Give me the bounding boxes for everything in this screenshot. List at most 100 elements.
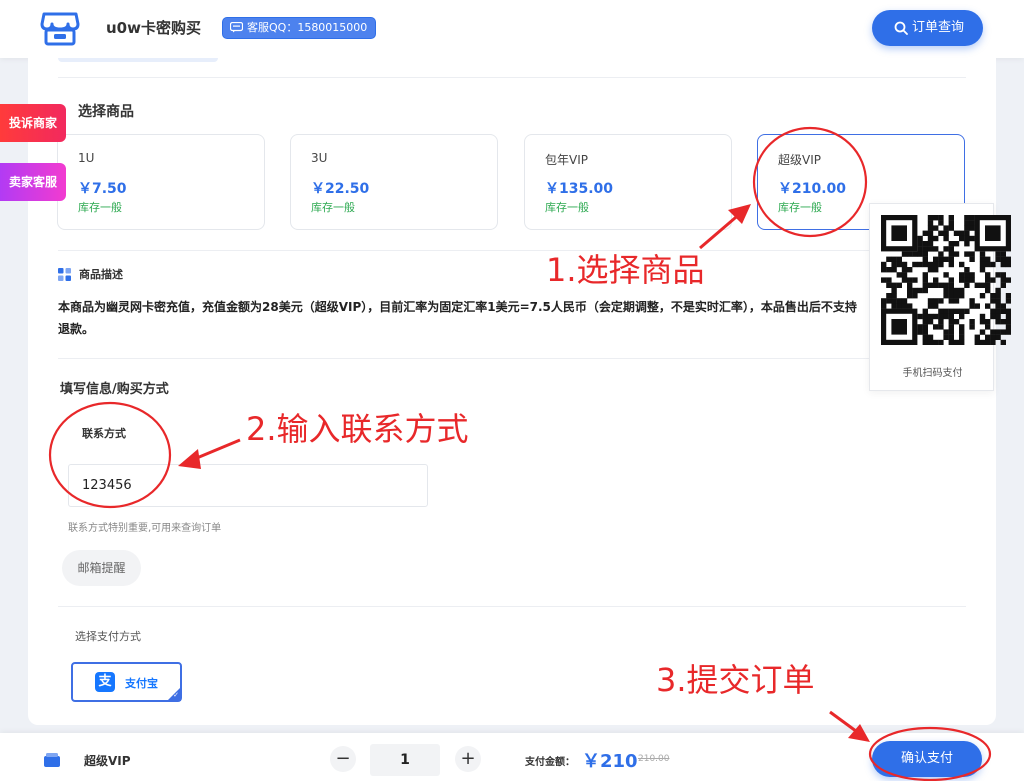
bottom-checkout-bar: 超级VIP − + 支付金额： ￥210 210.00 确认支付 <box>0 733 1024 781</box>
qr-module <box>1005 324 1011 330</box>
pay-amount-value: ￥210 <box>582 751 638 772</box>
qr-module <box>938 220 944 226</box>
qr-module <box>896 272 902 278</box>
email-reminder-button[interactable]: 邮箱提醒 <box>62 550 141 586</box>
qr-module <box>969 324 975 330</box>
product-stock: 库存一般 <box>311 201 355 214</box>
qr-module <box>943 246 949 252</box>
qr-module <box>933 225 939 231</box>
divider <box>58 77 966 78</box>
qr-module <box>881 261 887 268</box>
qr-module <box>907 303 913 309</box>
product-card-annual-vip[interactable]: 包年VIP ￥135.00 库存一般 <box>524 134 732 230</box>
description-text: 本商品为幽灵网卡密充值，充值金额为28美元（超级VIP），目前汇率为固定汇率1美… <box>58 300 857 336</box>
annotation-step-1: 1.选择商品 <box>546 251 705 289</box>
qr-module <box>896 298 902 304</box>
qr-module <box>1000 251 1006 257</box>
qr-module <box>943 272 949 278</box>
qq-contact-badge[interactable]: 客服QQ：1580015000 <box>222 17 377 39</box>
qr-module <box>948 246 954 252</box>
qr-module <box>990 334 996 340</box>
top-header: u0w卡密购买 客服QQ：1580015000 订单查询 <box>0 0 1024 58</box>
qr-module <box>979 251 986 257</box>
qr-module <box>907 287 913 294</box>
complain-merchant-tab[interactable]: 投诉商家 <box>0 104 66 142</box>
store-logo-icon[interactable] <box>40 10 80 48</box>
qr-module <box>959 287 965 294</box>
qr-module <box>891 256 897 262</box>
qr-module <box>917 251 923 257</box>
product-name: 包年VIP <box>545 153 588 167</box>
qr-module <box>922 329 928 335</box>
qr-module <box>948 293 954 299</box>
qr-module <box>901 251 908 257</box>
confirm-pay-button[interactable]: 确认支付 <box>872 741 982 777</box>
qr-module <box>985 287 991 294</box>
qr-module <box>1005 319 1011 325</box>
order-query-label: 订单查询 <box>912 20 965 35</box>
qr-module <box>985 277 991 283</box>
qr-module <box>1000 339 1006 345</box>
product-card-1u[interactable]: 1U ￥7.50 库存一般 <box>57 134 265 230</box>
qr-module <box>933 313 939 320</box>
qr-module <box>922 256 928 262</box>
product-name: 1U <box>78 151 95 165</box>
qr-module <box>891 293 897 299</box>
qr-module <box>969 319 975 325</box>
product-name: 超级VIP <box>778 153 821 167</box>
qr-module <box>985 225 1001 241</box>
qr-module <box>974 334 980 340</box>
qr-code-icon <box>881 215 1011 345</box>
qr-module <box>943 256 949 262</box>
qr-module <box>907 282 913 288</box>
qr-module <box>985 319 991 325</box>
qr-module <box>1000 319 1006 325</box>
qr-module <box>938 261 944 268</box>
qr-module <box>917 241 923 247</box>
qr-module <box>953 251 960 257</box>
contact-input[interactable] <box>68 464 428 507</box>
alipay-option[interactable]: 支 支付宝 ✓ <box>71 662 182 702</box>
chat-icon <box>230 22 243 33</box>
order-query-button[interactable]: 订单查询 <box>872 10 983 46</box>
product-card-3u[interactable]: 3U ￥22.50 库存一般 <box>290 134 498 230</box>
qr-module <box>922 246 928 252</box>
qr-module <box>907 277 913 283</box>
quantity-minus-button[interactable]: − <box>330 746 356 772</box>
qr-module <box>995 287 1001 294</box>
qr-module <box>922 241 928 247</box>
qr-module <box>979 313 986 320</box>
qr-module <box>948 313 954 320</box>
qr-module <box>959 230 965 236</box>
qr-module <box>1000 308 1006 314</box>
qr-module <box>922 230 928 236</box>
qr-module <box>995 303 1001 309</box>
qr-module <box>948 225 954 231</box>
qr-module <box>927 334 934 340</box>
qr-module <box>979 261 986 268</box>
quantity-plus-button[interactable]: + <box>455 746 481 772</box>
qr-module <box>953 319 960 325</box>
qr-module <box>953 293 960 299</box>
qr-module <box>933 267 939 273</box>
qr-module <box>933 235 939 242</box>
qr-module <box>922 308 928 314</box>
qr-module <box>927 282 934 288</box>
qr-module <box>933 256 939 262</box>
qr-module <box>907 267 913 273</box>
qr-module <box>1000 303 1006 309</box>
qr-module <box>938 282 944 288</box>
qr-module <box>927 298 934 304</box>
qr-module <box>959 334 965 340</box>
seller-service-tab[interactable]: 卖家客服 <box>0 163 66 201</box>
qr-module <box>990 298 996 304</box>
qr-module <box>979 256 986 262</box>
qr-module <box>881 303 887 309</box>
product-name: 3U <box>311 151 328 165</box>
product-stock: 库存一般 <box>545 201 589 214</box>
qr-module <box>959 277 965 283</box>
qr-module <box>959 324 965 330</box>
alipay-icon: 支 <box>95 672 115 692</box>
qr-module <box>912 293 918 299</box>
quantity-input[interactable] <box>370 744 440 776</box>
